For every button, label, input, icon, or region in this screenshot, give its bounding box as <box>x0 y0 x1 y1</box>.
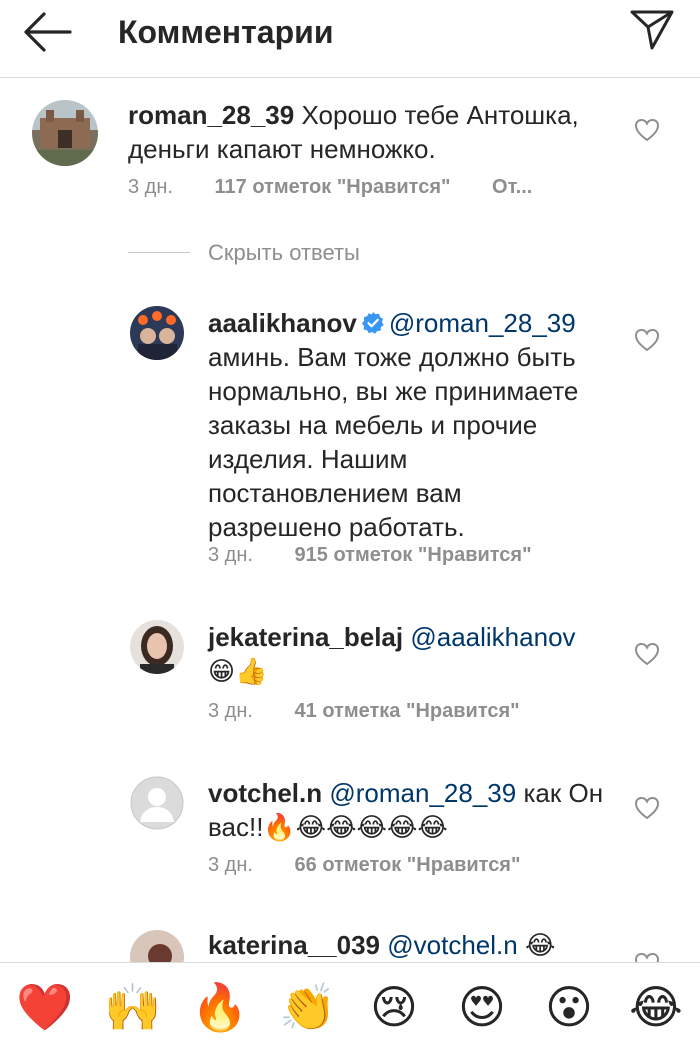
mention-link[interactable]: @roman_28_39 <box>329 778 516 808</box>
emoji-clap-button[interactable]: 👏 <box>279 979 336 1035</box>
comment-text: jekaterina_belaj @aaalikhanov 😁👍 <box>208 620 598 688</box>
mention-link[interactable]: @aaalikhanov <box>410 622 575 652</box>
heart-icon[interactable] <box>634 328 660 352</box>
comment-username[interactable]: jekaterina_belaj <box>208 622 403 652</box>
heart-icon[interactable] <box>634 642 660 666</box>
comment-username[interactable]: katerina__039 <box>208 930 380 960</box>
avatar[interactable] <box>130 306 184 360</box>
comment-meta: 3 дн. 41 отметка "Нравится" <box>208 698 520 724</box>
emoji-laughing-button[interactable]: 😂 <box>628 979 684 1035</box>
verified-badge-icon <box>361 312 384 334</box>
hide-replies-toggle[interactable]: Скрыть ответы <box>128 238 428 268</box>
emoji-fire-button[interactable]: 🔥 <box>191 979 248 1035</box>
comment-time: 3 дн. <box>128 176 173 198</box>
emoji-heart-eyes-button[interactable]: 😍 <box>454 979 510 1035</box>
comment-username[interactable]: roman_28_39 <box>128 100 294 130</box>
comment-username[interactable]: aaalikhanov <box>208 308 357 338</box>
likes-count[interactable]: 66 отметок "Нравится" <box>295 852 521 878</box>
comment-text: roman_28_39 Хорошо тебе Антошка, деньги … <box>128 98 608 166</box>
comment-text: votchel.n @roman_28_39 как Он вас!!🔥😂😂😂😂… <box>208 776 628 844</box>
comment-meta: 3 дн. 117 отметок "Нравится" От... <box>128 174 532 200</box>
emoji-heart-button[interactable]: ❤️ <box>16 979 73 1035</box>
likes-count[interactable]: 41 отметка "Нравится" <box>295 698 520 724</box>
paper-plane-icon[interactable] <box>628 8 676 52</box>
page-title: Комментарии <box>118 14 334 50</box>
avatar[interactable] <box>32 100 98 166</box>
arrow-left-icon[interactable] <box>20 10 74 54</box>
emoji-quick-bar: ❤️ 🙌 🔥 👏 😢 😍 😮 😂 <box>0 962 700 1045</box>
mention-link[interactable]: @votchel.n <box>387 930 517 960</box>
mention-link[interactable]: @roman_28_39 <box>389 308 576 338</box>
comment-meta: 3 дн. 915 отметок "Нравится" <box>208 542 532 568</box>
comment-time: 3 дн. <box>208 700 253 722</box>
emoji-cry-button[interactable]: 😢 <box>366 979 422 1035</box>
comment-text: katerina__039 @votchel.n 😂 <box>208 928 628 962</box>
heart-icon[interactable] <box>634 796 660 820</box>
comment-body: 😁👍 <box>208 656 268 686</box>
divider-line <box>128 252 190 253</box>
hide-replies-label: Скрыть ответы <box>208 240 360 265</box>
emoji-surprised-button[interactable]: 😮 <box>541 979 597 1035</box>
avatar[interactable] <box>130 620 184 674</box>
likes-count[interactable]: 117 отметок "Нравится" <box>215 174 451 200</box>
comment-time: 3 дн. <box>208 854 253 876</box>
emoji-raised-hands-button[interactable]: 🙌 <box>104 979 161 1035</box>
comment-username[interactable]: votchel.n <box>208 778 322 808</box>
likes-count[interactable]: 915 отметок "Нравится" <box>295 542 532 568</box>
header-bar: Комментарии <box>0 0 700 78</box>
heart-icon[interactable] <box>634 118 660 142</box>
comment-body: 😂 <box>524 930 556 960</box>
comment-text: aaalikhanov @roman_28_39 аминь. Вам тоже … <box>208 306 598 544</box>
reply-button[interactable]: От... <box>492 174 532 200</box>
avatar[interactable] <box>130 776 184 830</box>
comment-meta: 3 дн. 66 отметок "Нравится" <box>208 852 520 878</box>
comment-time: 3 дн. <box>208 544 253 566</box>
comment-body: аминь. Вам тоже должно быть нормально, в… <box>208 342 579 542</box>
